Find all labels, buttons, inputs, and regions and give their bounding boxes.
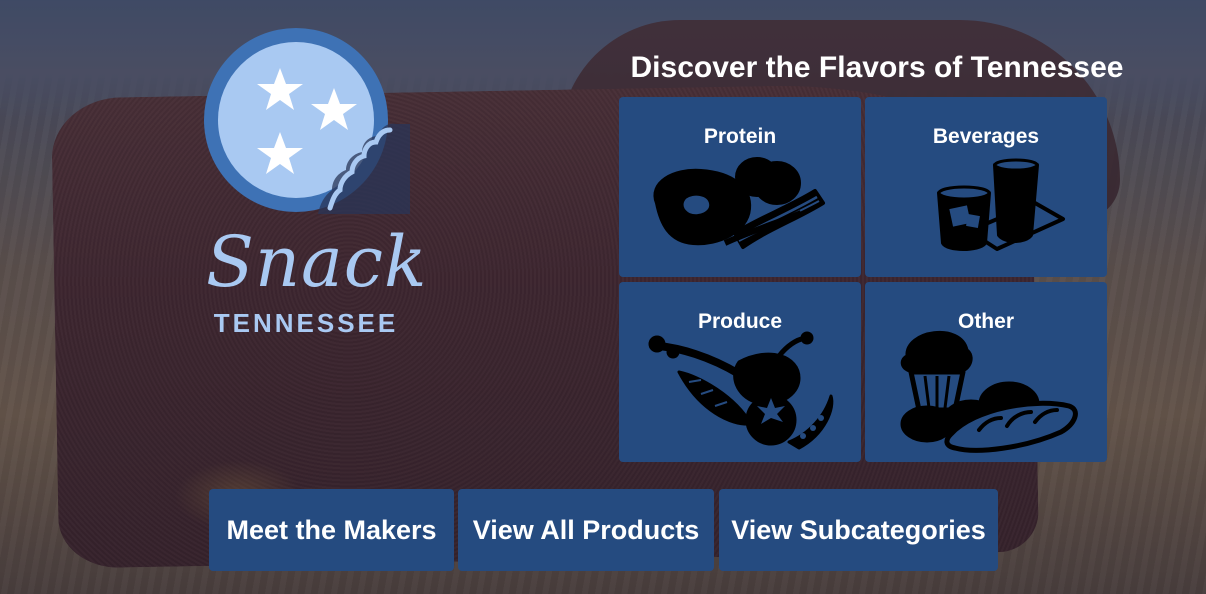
page-heading: Discover the Flavors of Tennessee xyxy=(630,51,1124,84)
tristar-logo-icon xyxy=(204,28,410,214)
category-label-protein: Protein xyxy=(703,125,777,148)
view-subcategories-button[interactable]: View Subcategories xyxy=(719,489,998,571)
meet-the-makers-button[interactable]: Meet the Makers xyxy=(209,489,454,571)
category-label-produce: Produce xyxy=(697,310,783,333)
category-label-beverages: Beverages xyxy=(932,125,1040,148)
category-tile-produce[interactable]: Produce xyxy=(619,282,861,462)
category-tile-other[interactable]: Other xyxy=(865,282,1107,462)
category-tile-beverages[interactable]: Beverages xyxy=(865,97,1107,277)
logo-wordmark: Snack xyxy=(206,221,428,303)
meat-bacon-icon xyxy=(653,157,825,249)
category-label-other: Other xyxy=(957,310,1014,333)
logo-subtitle: TENNESSEE xyxy=(213,308,399,338)
page: Snack TENNESSEE Discover the Flavors of … xyxy=(0,0,1206,594)
view-all-products-button[interactable]: View All Products xyxy=(458,489,714,571)
baked-goods-icon xyxy=(900,330,1078,453)
category-tile-protein[interactable]: Protein xyxy=(619,97,861,277)
vegetables-icon xyxy=(648,331,834,450)
site-logo[interactable]: Snack TENNESSEE xyxy=(200,24,428,344)
drinks-icon xyxy=(937,158,1065,251)
